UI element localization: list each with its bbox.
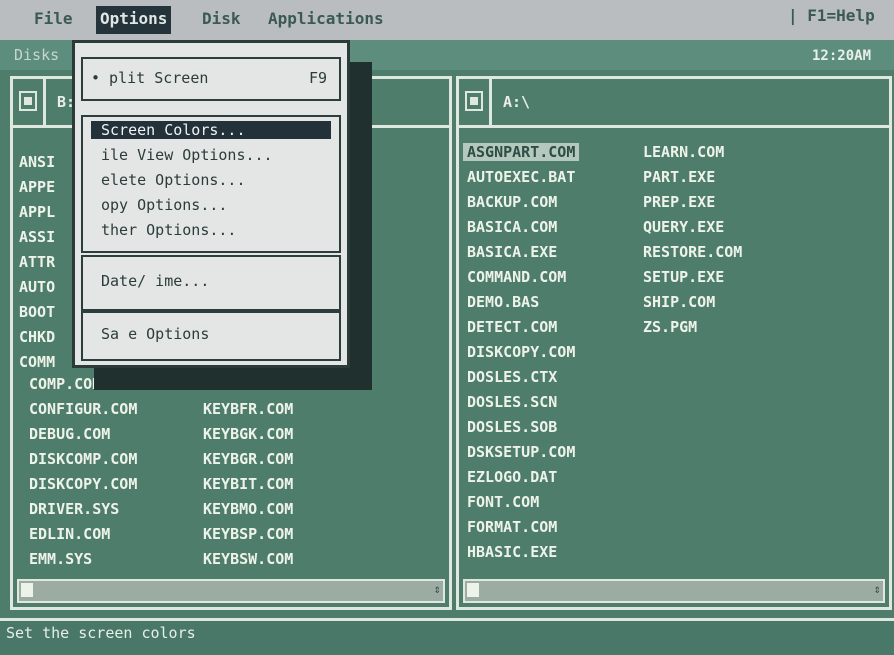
- file-item[interactable]: SETUP.EXE: [643, 268, 724, 286]
- menu-applications[interactable]: Applications: [268, 6, 384, 34]
- file-item[interactable]: AUTOEXEC.BAT: [467, 168, 575, 186]
- menu-save-options[interactable]: Sa e Options: [101, 325, 209, 343]
- file-item[interactable]: PART.EXE: [643, 168, 715, 186]
- file-item[interactable]: KEYBFR.COM: [203, 400, 293, 418]
- file-item[interactable]: KEYBGK.COM: [203, 425, 293, 443]
- divider: [43, 79, 46, 125]
- file-item[interactable]: BASICA.EXE: [467, 243, 557, 261]
- file-item[interactable]: APPL: [19, 203, 55, 221]
- file-item[interactable]: RESTORE.COM: [643, 243, 742, 261]
- file-item[interactable]: BOOT: [19, 303, 55, 321]
- menu-file-view-options[interactable]: ile View Options...: [101, 146, 273, 164]
- file-item[interactable]: EMM.SYS: [29, 550, 92, 568]
- file-item-selected[interactable]: ASGNPART.COM: [463, 143, 580, 161]
- file-item[interactable]: HBASIC.EXE: [467, 543, 557, 561]
- dd-group-save: Sa e Options: [81, 311, 341, 361]
- file-item[interactable]: KEYBGR.COM: [203, 450, 293, 468]
- file-item[interactable]: KEYBSP.COM: [203, 525, 293, 543]
- file-item[interactable]: ASSI: [19, 228, 55, 246]
- file-item[interactable]: BACKUP.COM: [467, 193, 557, 211]
- menu-other-options[interactable]: ther Options...: [101, 221, 236, 239]
- file-item[interactable]: DOSLES.SCN: [467, 393, 557, 411]
- menu-split-screen[interactable]: • plit Screen: [91, 69, 208, 87]
- file-item[interactable]: SHIP.COM: [643, 293, 715, 311]
- file-item[interactable]: DOSLES.CTX: [467, 368, 557, 386]
- file-item[interactable]: KEYBMO.COM: [203, 500, 293, 518]
- right-file-panel[interactable]: A:\ ASGNPART.COM AUTOEXEC.BAT BACKUP.COM…: [456, 76, 892, 610]
- menu-options[interactable]: Options: [96, 6, 172, 34]
- options-dropdown: • plit Screen F9 Screen Colors... ile Vi…: [72, 40, 350, 368]
- file-item[interactable]: COMP.COM: [29, 375, 101, 393]
- file-item[interactable]: DISKCOMP.COM: [29, 450, 137, 468]
- scroll-thumb[interactable]: [467, 583, 479, 597]
- file-item[interactable]: FORMAT.COM: [467, 518, 557, 536]
- file-item[interactable]: LEARN.COM: [643, 143, 724, 161]
- file-item[interactable]: ATTR: [19, 253, 55, 271]
- menu-bar: File Options Disk Applications | F1=Help: [0, 0, 894, 40]
- file-item[interactable]: COMMAND.COM: [467, 268, 566, 286]
- right-scrollbar[interactable]: ⇕: [463, 579, 885, 603]
- drive-indicator-icon[interactable]: [465, 91, 483, 111]
- file-item[interactable]: DEBUG.COM: [29, 425, 110, 443]
- file-item[interactable]: EZLOGO.DAT: [467, 468, 557, 486]
- file-item[interactable]: BASICA.COM: [467, 218, 557, 236]
- file-item[interactable]: APPE: [19, 178, 55, 196]
- file-item[interactable]: CONFIGUR.COM: [29, 400, 137, 418]
- file-item[interactable]: DISKCOPY.COM: [467, 343, 575, 361]
- menu-screen-colors[interactable]: Screen Colors...: [91, 121, 331, 139]
- scroll-thumb[interactable]: [21, 583, 33, 597]
- file-item[interactable]: DSKSETUP.COM: [467, 443, 575, 461]
- help-hint[interactable]: | F1=Help: [788, 6, 875, 25]
- file-item[interactable]: PREP.EXE: [643, 193, 715, 211]
- left-scrollbar[interactable]: ⇕: [17, 579, 445, 603]
- file-item[interactable]: DOSLES.SOB: [467, 418, 557, 436]
- menu-date-time[interactable]: Date/ ime...: [101, 272, 209, 290]
- menu-disk[interactable]: Disk: [202, 6, 241, 34]
- window-title: Disks: [14, 46, 60, 64]
- file-item[interactable]: CHKD: [19, 328, 55, 346]
- file-item[interactable]: EDLIN.COM: [29, 525, 110, 543]
- file-item[interactable]: KEYBSW.COM: [203, 550, 293, 568]
- drive-indicator-icon[interactable]: [19, 91, 37, 111]
- menu-copy-options[interactable]: opy Options...: [101, 196, 227, 214]
- clock: 12:20AM: [812, 48, 872, 64]
- scroll-arrows-icon[interactable]: ⇕: [434, 582, 441, 596]
- status-text: Set the screen colors: [6, 624, 196, 642]
- menu-file[interactable]: File: [34, 6, 73, 34]
- scroll-arrows-icon[interactable]: ⇕: [874, 582, 881, 596]
- file-item[interactable]: DRIVER.SYS: [29, 500, 119, 518]
- file-item[interactable]: COMM: [19, 353, 55, 371]
- file-item[interactable]: DETECT.COM: [467, 318, 557, 336]
- file-item[interactable]: KEYBIT.COM: [203, 475, 293, 493]
- file-item[interactable]: DEMO.BAS: [467, 293, 539, 311]
- file-item[interactable]: DISKCOPY.COM: [29, 475, 137, 493]
- dd-group-options: Screen Colors... ile View Options... ele…: [81, 115, 341, 253]
- file-item[interactable]: QUERY.EXE: [643, 218, 724, 236]
- shortcut-key: F9: [308, 69, 327, 87]
- dd-group-split: • plit Screen F9: [81, 57, 341, 101]
- file-item[interactable]: KEYBDA.COM: [203, 375, 293, 393]
- divider: [489, 79, 492, 125]
- file-item[interactable]: FONT.COM: [467, 493, 539, 511]
- right-path-bar: A:\: [459, 79, 889, 128]
- file-item[interactable]: ANSI: [19, 153, 55, 171]
- dd-group-datetime: Date/ ime...: [81, 255, 341, 311]
- file-item[interactable]: AUTO: [19, 278, 55, 296]
- right-path-label: A:\: [503, 93, 531, 111]
- menu-delete-options[interactable]: elete Options...: [101, 171, 246, 189]
- file-item[interactable]: ZS.PGM: [643, 318, 697, 336]
